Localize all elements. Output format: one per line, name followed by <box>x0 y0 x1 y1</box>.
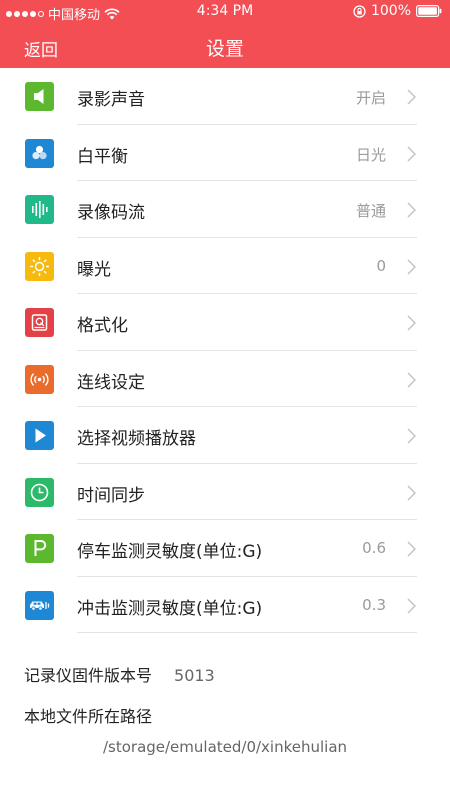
firmware-value: 5013 <box>174 666 215 685</box>
car-icon <box>25 590 54 620</box>
battery-percentage: 100% <box>370 3 411 19</box>
setting-parking-sensitivity[interactable]: 停车监测灵敏度(单位:G) 0.6 <box>0 520 450 577</box>
setting-label: 录影声音 <box>77 90 145 110</box>
parking-icon <box>25 534 54 563</box>
clock-icon <box>25 477 54 507</box>
chevron-right-icon <box>407 541 416 557</box>
setting-value: 日光 <box>355 145 386 164</box>
setting-time-sync[interactable]: 时间同步 <box>0 464 450 520</box>
chevron-right-icon <box>407 315 416 331</box>
file-path-label: 本地文件所在路径 <box>24 707 153 726</box>
setting-label: 格式化 <box>77 316 128 336</box>
setting-value: 0.3 <box>362 595 386 614</box>
battery-icon <box>416 5 442 17</box>
play-icon <box>25 421 54 450</box>
setting-label: 连线设定 <box>77 372 145 393</box>
setting-label: 停车监测灵敏度(单位:G) <box>77 542 263 562</box>
setting-label: 选择视频播放器 <box>77 429 196 449</box>
nav-bar: 返回 设置 <box>0 24 450 68</box>
setting-exposure[interactable]: 曝光 0 <box>0 238 450 294</box>
setting-value: 开启 <box>355 89 386 107</box>
setting-white-balance[interactable]: 白平衡 日光 <box>0 125 450 181</box>
format-disk-icon <box>25 308 54 337</box>
setting-label: 时间同步 <box>77 485 145 506</box>
setting-video-player[interactable]: 选择视频播放器 <box>0 407 450 464</box>
color-circles-icon <box>25 138 54 168</box>
setting-connection[interactable]: 连线设定 <box>0 351 450 407</box>
chevron-right-icon <box>407 202 416 218</box>
speaker-icon <box>25 82 54 111</box>
chevron-right-icon <box>407 597 416 614</box>
firmware-version: 记录仪固件版本号 5013 <box>24 662 215 686</box>
settings-list: 录影声音 开启 白平衡 日光 录像码流 普通 曝光 0 格式化 连线设定 选择视… <box>0 68 450 633</box>
setting-label: 白平衡 <box>77 146 128 167</box>
setting-label: 曝光 <box>77 259 111 280</box>
setting-format[interactable]: 格式化 <box>0 294 450 351</box>
setting-value: 普通 <box>355 202 386 220</box>
setting-video-bitrate[interactable]: 录像码流 普通 <box>0 181 450 238</box>
status-right: 100% <box>353 3 442 19</box>
chevron-right-icon <box>407 428 416 444</box>
rotation-lock-icon <box>353 4 366 18</box>
chevron-right-icon <box>407 484 416 501</box>
setting-collision-sensitivity[interactable]: 冲击监测灵敏度(单位:G) 0.3 <box>0 577 450 633</box>
waveform-icon <box>25 195 54 224</box>
setting-label: 录像码流 <box>77 203 145 223</box>
row-divider <box>77 632 417 633</box>
chevron-right-icon <box>407 371 416 388</box>
page-title: 设置 <box>205 38 244 60</box>
file-path-value: /storage/emulated/0/xinkehulian <box>102 738 348 756</box>
chevron-right-icon <box>407 258 416 275</box>
sun-icon <box>25 251 54 281</box>
firmware-label: 记录仪固件版本号 <box>24 666 153 685</box>
wireless-signal-icon <box>25 364 54 394</box>
app-header: 中国移动 4:34 PM 100% 返回 设置 <box>0 0 450 68</box>
setting-value: 0.6 <box>362 539 386 557</box>
setting-label: 冲击监测灵敏度(单位:G) <box>77 598 263 619</box>
chevron-right-icon <box>407 145 416 162</box>
setting-value: 0 <box>376 256 386 275</box>
chevron-right-icon <box>407 89 416 105</box>
status-bar: 中国移动 4:34 PM 100% <box>0 0 450 24</box>
setting-recording-sound[interactable]: 录影声音 开启 <box>0 68 450 125</box>
